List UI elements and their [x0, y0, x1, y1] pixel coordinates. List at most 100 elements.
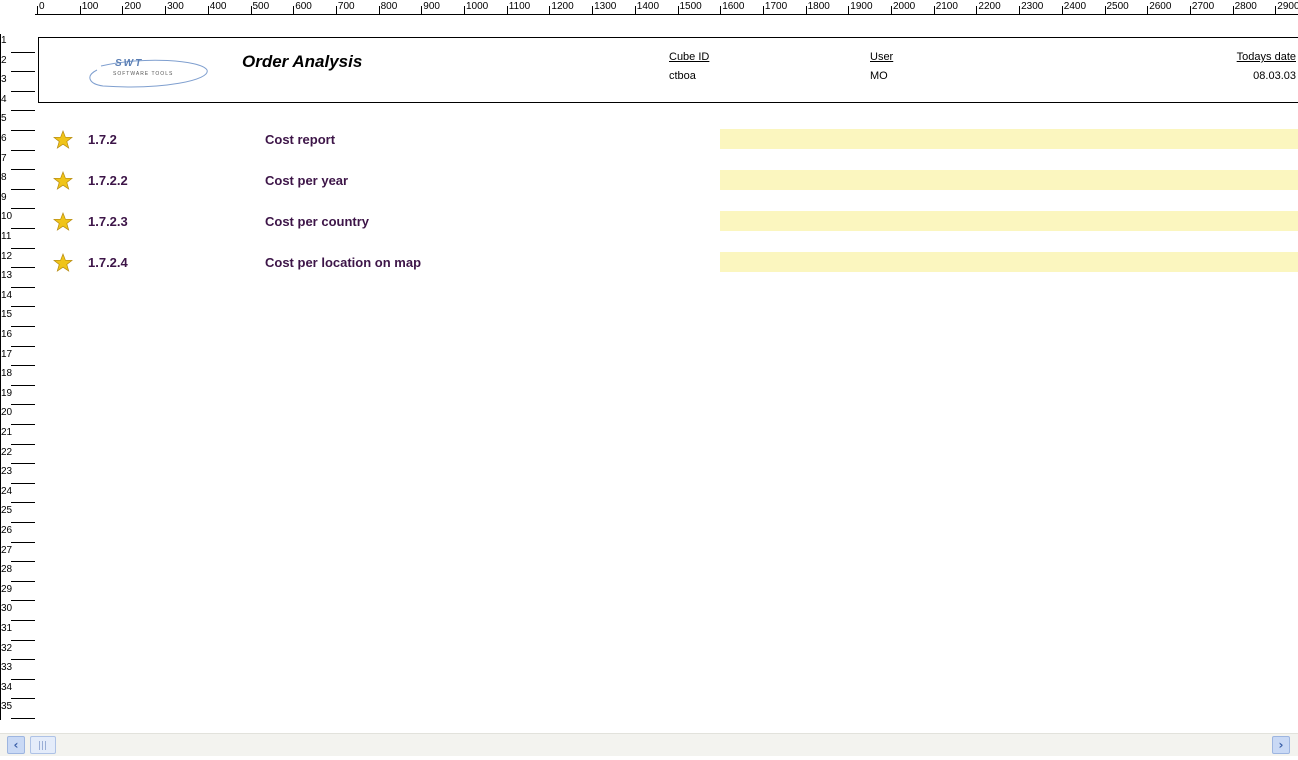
ruler-row-number: 33 — [1, 662, 13, 674]
ruler-row-line — [11, 639, 35, 641]
ruler-row-line — [11, 620, 35, 621]
ruler-tick-label: 700 — [337, 1, 355, 12]
star-shape — [53, 253, 73, 272]
ruler-tick — [165, 6, 167, 14]
ruler-row-number: 14 — [1, 289, 13, 301]
ruler-row-number: 12 — [1, 250, 13, 262]
ruler-row-line — [11, 561, 35, 563]
ruler-tick-label: 2800 — [1234, 1, 1257, 12]
ruler-tick — [592, 6, 594, 14]
ruler-row-line — [11, 130, 35, 131]
ruler-row-number: 13 — [1, 270, 13, 282]
ruler-row-number: 7 — [1, 152, 7, 164]
thumb-grip — [45, 741, 46, 750]
ruler-row-line — [11, 306, 35, 308]
ruler-row-number: 23 — [1, 466, 13, 478]
report-row-cost-per-year[interactable]: 1.7.2.2 Cost per year — [50, 169, 1298, 193]
report-code[interactable]: 1.7.2.2 — [88, 173, 128, 188]
ruler-tick-label: 1900 — [850, 1, 873, 12]
ruler-row-line — [11, 678, 35, 680]
ruler-tick — [1104, 6, 1106, 14]
ruler-row-line — [11, 698, 35, 700]
ruler-tick-label: 1200 — [551, 1, 574, 12]
ruler-row-number: 31 — [1, 623, 13, 634]
star-shape — [53, 171, 73, 190]
ruler-tick — [1232, 6, 1234, 14]
report-title[interactable]: Cost per country — [265, 214, 369, 229]
thumb-grip — [42, 741, 43, 750]
report-code[interactable]: 1.7.2.4 — [88, 255, 128, 270]
ruler-tick — [421, 6, 423, 14]
ruler-row-line — [11, 600, 35, 602]
user-value: MO — [870, 70, 888, 82]
ruler-tick — [1189, 6, 1191, 14]
star-icon — [53, 130, 73, 150]
ruler-tick — [1061, 6, 1063, 14]
ruler-row-number: 11 — [1, 231, 12, 242]
scroll-thumb[interactable] — [30, 736, 56, 754]
ruler-tick-label: 2300 — [1021, 1, 1044, 12]
logo-text: SWT — [115, 58, 144, 69]
ruler-tick-label: 2900 — [1277, 1, 1298, 12]
company-logo: SWT SOFTWARE TOOLS — [83, 56, 209, 90]
ruler-row-number: 21 — [1, 427, 13, 438]
ruler-row-number: 18 — [1, 368, 13, 380]
ruler-tick — [79, 6, 81, 14]
ruler-tick-label: 2400 — [1063, 1, 1087, 12]
report-code[interactable]: 1.7.2.3 — [88, 214, 128, 229]
ruler-row-line — [11, 424, 35, 425]
ruler-row-line — [11, 541, 35, 543]
ruler-row-line — [11, 404, 35, 406]
report-title[interactable]: Cost report — [265, 132, 335, 147]
ruler-tick — [549, 6, 551, 14]
scroll-right-arrow-icon[interactable]: › — [1272, 736, 1290, 754]
ruler-row-number: 1 — [1, 35, 7, 46]
ruler-tick-label: 200 — [124, 1, 142, 12]
ruler-row-line — [11, 169, 35, 171]
ruler-row-number: 19 — [1, 387, 13, 399]
report-title[interactable]: Cost per location on map — [265, 255, 421, 270]
ruler-row-line — [11, 522, 35, 523]
logo-tagline: SOFTWARE TOOLS — [113, 71, 174, 77]
scroll-left-arrow-icon[interactable]: ‹ — [7, 736, 25, 754]
ruler-tick — [891, 6, 892, 14]
ruler-row-line — [11, 365, 35, 367]
report-row-cost-per-country[interactable]: 1.7.2.3 Cost per country — [50, 210, 1298, 234]
ruler-row-line — [11, 482, 35, 484]
ruler-row-number: 30 — [1, 603, 13, 615]
ruler-tick-label: 1500 — [679, 1, 702, 12]
ruler-row-number: 8 — [1, 172, 7, 184]
horizontal-scrollbar[interactable]: ‹ › — [0, 733, 1298, 756]
ruler-row-line — [11, 110, 35, 112]
ruler-row-number: 24 — [1, 485, 13, 497]
ruler-row-line — [11, 345, 35, 347]
ruler-tick-label: 1000 — [466, 1, 489, 12]
ruler-tick-label: 2200 — [978, 1, 1001, 12]
star-icon — [53, 171, 73, 191]
ruler-tick-label: 900 — [423, 1, 440, 12]
ruler-tick-label: 2000 — [893, 1, 916, 12]
ruler-row-number: 9 — [1, 191, 7, 203]
ruler-tick-label: 1800 — [807, 1, 830, 12]
ruler-row-line — [11, 149, 35, 151]
ruler-row-number: 32 — [1, 642, 13, 654]
ruler-row-number: 6 — [1, 133, 7, 144]
ruler-tick-label: 800 — [380, 1, 398, 12]
ruler-tick — [634, 6, 636, 14]
report-title[interactable]: Cost per year — [265, 173, 348, 188]
ruler-row-number: 20 — [1, 407, 13, 419]
ruler-row-line — [11, 502, 35, 504]
ruler-row-line — [11, 718, 35, 719]
report-row-cost-report[interactable]: 1.7.2 Cost report — [50, 128, 1298, 152]
star-icon — [53, 253, 73, 273]
report-code[interactable]: 1.7.2 — [88, 132, 117, 147]
ruler-tick — [762, 6, 764, 14]
cube-id-value: ctboa — [669, 70, 696, 82]
ruler-row-line — [11, 71, 35, 73]
star-shape — [53, 130, 73, 149]
ruler-row-line — [11, 208, 35, 210]
report-highlight-bar — [720, 129, 1298, 149]
ruler-tick — [933, 6, 935, 14]
star-icon — [53, 212, 73, 232]
report-row-cost-per-location[interactable]: 1.7.2.4 Cost per location on map — [50, 251, 1298, 275]
